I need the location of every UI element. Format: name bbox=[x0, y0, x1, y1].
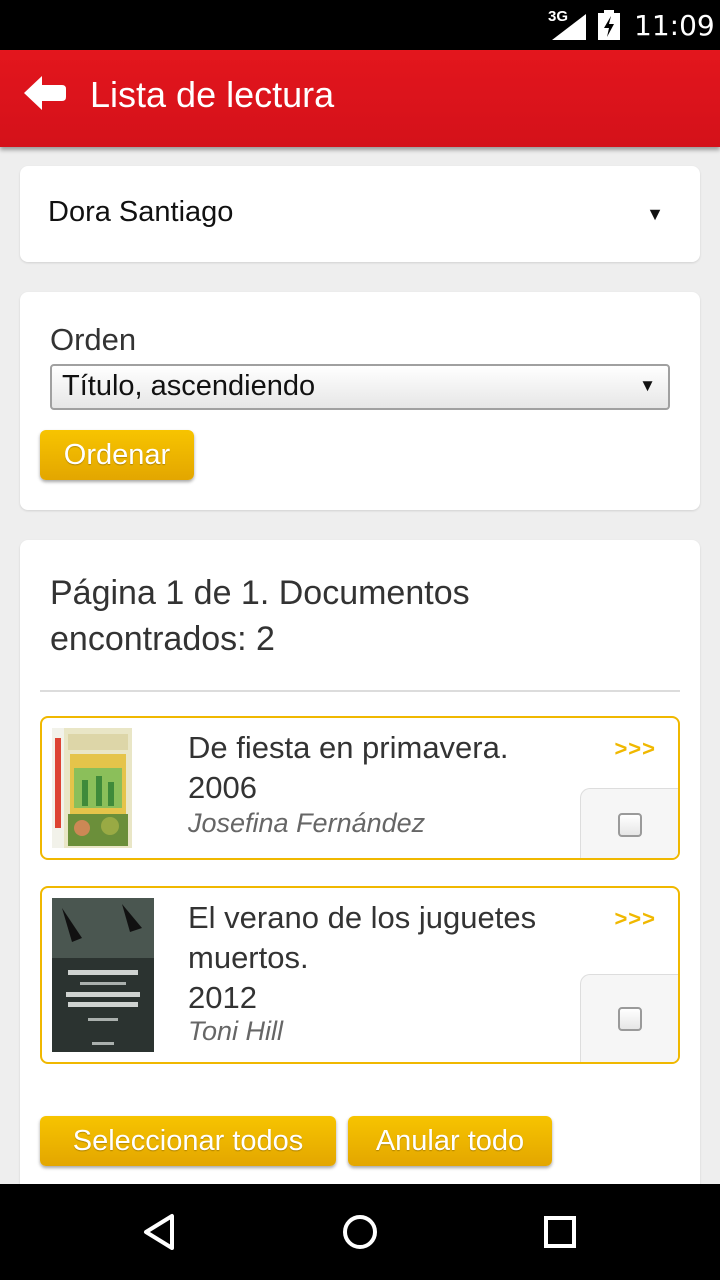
dropdown-arrow-icon: ▼ bbox=[639, 376, 656, 395]
navigation-bar bbox=[0, 1184, 720, 1280]
sort-select-value: Título, ascendiendo bbox=[62, 370, 316, 402]
signal-icon bbox=[552, 14, 586, 40]
book-author: Toni Hill bbox=[188, 1016, 284, 1046]
home-icon[interactable] bbox=[336, 1208, 384, 1256]
sort-select[interactable]: Título, ascendiendo ▼ bbox=[50, 364, 670, 410]
page-title: Lista de lectura bbox=[90, 74, 335, 115]
list-item[interactable]: De fiesta en primavera. 2006 Josefina Fe… bbox=[40, 716, 680, 860]
select-all-button[interactable]: Seleccionar todos bbox=[40, 1116, 336, 1166]
book-author: Josefina Fernández bbox=[188, 808, 426, 838]
back-icon[interactable] bbox=[136, 1208, 184, 1256]
book-year: 2006 bbox=[188, 770, 257, 805]
more-link[interactable]: >>> bbox=[614, 906, 656, 932]
item-checkbox[interactable] bbox=[618, 813, 642, 837]
book-title-text: De fiesta en primavera. bbox=[188, 730, 509, 765]
dropdown-arrow-icon: ▼ bbox=[646, 204, 664, 224]
results-panel: Página 1 de 1. Documentos encontrados: 2… bbox=[20, 540, 700, 1200]
recents-icon[interactable] bbox=[536, 1208, 584, 1256]
battery-charging-icon bbox=[598, 10, 620, 40]
checkbox-container[interactable] bbox=[580, 788, 678, 858]
sort-panel: Orden Título, ascendiendo ▼ Ordenar bbox=[20, 292, 700, 510]
checkbox-container[interactable] bbox=[580, 974, 678, 1062]
list-item[interactable]: El verano de los juguetes muertos. 2012 … bbox=[40, 886, 680, 1064]
book-year: 2012 bbox=[188, 980, 257, 1015]
user-select[interactable]: Dora Santiago ▼ bbox=[20, 166, 700, 262]
results-summary: Página 1 de 1. Documentos encontrados: 2 bbox=[50, 574, 470, 658]
sort-label: Orden bbox=[50, 322, 137, 357]
book-title[interactable]: El verano de los juguetes muertos. 2012 bbox=[188, 898, 608, 1018]
clock: 11:09 bbox=[634, 9, 715, 42]
item-checkbox[interactable] bbox=[618, 1007, 642, 1031]
book-title-text: El verano de los juguetes muertos. bbox=[188, 900, 537, 975]
book-title[interactable]: De fiesta en primavera. 2006 bbox=[188, 728, 608, 808]
back-arrow-icon[interactable] bbox=[22, 70, 68, 116]
divider bbox=[40, 690, 680, 692]
user-select-value: Dora Santiago bbox=[48, 196, 234, 228]
book-cover-image bbox=[52, 898, 154, 1052]
book-cover-image bbox=[52, 728, 132, 848]
status-bar: 3G 11:09 bbox=[0, 0, 720, 50]
more-link[interactable]: >>> bbox=[614, 736, 656, 762]
app-header: Lista de lectura bbox=[0, 50, 720, 147]
clear-all-button[interactable]: Anular todo bbox=[348, 1116, 552, 1166]
sort-button[interactable]: Ordenar bbox=[40, 430, 194, 480]
